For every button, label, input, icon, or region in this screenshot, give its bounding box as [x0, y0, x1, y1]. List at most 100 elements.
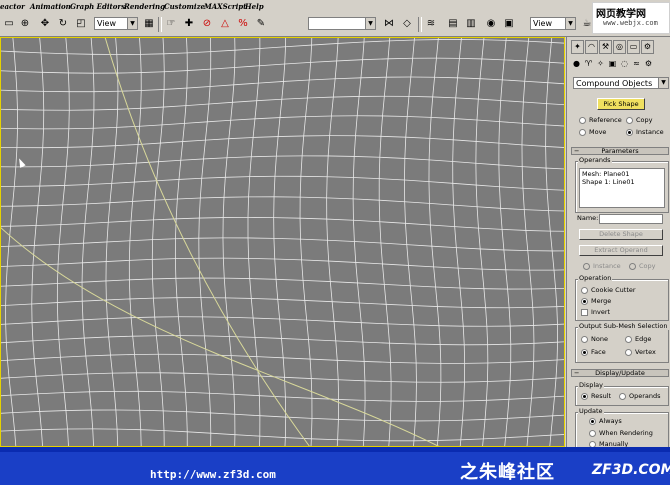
shapes-icon[interactable]: ♈ — [583, 58, 594, 70]
motion-tab-icon[interactable]: ◎ — [613, 40, 626, 54]
pick-shape-button[interactable]: Pick Shape — [597, 98, 645, 110]
instance-radio[interactable] — [626, 129, 633, 136]
mirror-icon[interactable]: ⋈ — [382, 17, 396, 31]
collapse-icon: − — [574, 369, 580, 377]
create-tab-icon[interactable]: ✦ — [571, 40, 584, 54]
main-toolbar: ▭ ⊕ ✥ ↻ ◰ View ▼ ▦ ☞ ✚ ⊘ △ % ✎ ▼ ⋈ ◇ ≋ ▤… — [0, 14, 670, 37]
mesh-column-line — [545, 22, 558, 455]
cookie-cutter-radio[interactable] — [581, 287, 588, 294]
display-update-rollout-title: Display/Update — [595, 369, 645, 377]
edit-named-selection-icon[interactable]: ✎ — [254, 17, 268, 31]
select-manipulate-icon[interactable]: ☞ — [164, 17, 178, 31]
mesh-column-line — [31, 32, 45, 449]
mesh-row-line — [0, 155, 571, 170]
utilities-tab-icon[interactable]: ⚙ — [641, 40, 654, 54]
extract-copy-label: Copy — [639, 262, 656, 270]
reference-coord-select[interactable]: View ▼ — [94, 17, 138, 30]
scale-icon[interactable]: ◰ — [74, 17, 88, 31]
delete-shape-button[interactable]: Delete Shape — [579, 229, 663, 240]
move-radio[interactable] — [579, 129, 586, 136]
brand-chinese: 之朱峰社区 — [460, 462, 555, 483]
geometry-icon[interactable]: ● — [571, 58, 582, 70]
menu-bar: eactor Animation Graph Editors Rendering… — [0, 0, 670, 15]
shape-spline-curve[interactable] — [104, 36, 311, 448]
mesh-column-line — [222, 32, 236, 456]
watermark-url: www.webjx.com — [603, 19, 658, 27]
modify-tab-icon[interactable]: ◠ — [585, 40, 598, 54]
list-item[interactable]: Mesh: Plane01 — [582, 170, 629, 178]
display-update-rollout[interactable]: − Display/Update — [571, 369, 669, 377]
menu-customize[interactable]: Customize — [164, 2, 205, 11]
curve-editor-icon[interactable]: ▤ — [446, 17, 460, 31]
mesh-row-line — [0, 196, 574, 212]
merge-radio[interactable] — [581, 298, 588, 305]
list-item[interactable]: Shape 1: Line01 — [582, 178, 635, 186]
pivot-center-icon[interactable]: ▦ — [142, 17, 156, 31]
mesh-row-line — [0, 316, 583, 327]
mesh-column-line — [56, 33, 70, 449]
percent-snap-icon[interactable]: △ — [218, 17, 232, 31]
spacewarps-icon[interactable]: ≈ — [631, 58, 642, 70]
edge-radio[interactable] — [625, 336, 632, 343]
systems-icon[interactable]: ⚙ — [643, 58, 654, 70]
extract-operand-button[interactable]: Extract Operand — [579, 245, 663, 256]
vertex-radio[interactable] — [625, 349, 632, 356]
menu-help[interactable]: Help — [245, 2, 264, 11]
object-type-dropdown[interactable]: Compound Objects ▼ — [573, 77, 669, 89]
mesh-row-line — [0, 428, 575, 442]
move-icon[interactable]: ✥ — [38, 17, 52, 31]
mesh-column-line — [475, 20, 489, 459]
none-radio[interactable] — [581, 336, 588, 343]
render-scene-icon[interactable]: ▣ — [502, 17, 516, 31]
mesh-column-line — [428, 21, 442, 461]
extract-copy-radio[interactable] — [629, 263, 636, 270]
extract-instance-radio[interactable] — [583, 263, 590, 270]
invert-checkbox[interactable] — [581, 309, 588, 316]
mesh-column-line — [174, 34, 188, 453]
reference-label: Reference — [589, 116, 622, 124]
select-object-icon[interactable]: ⊕ — [18, 17, 32, 31]
named-selection-sets[interactable]: ▼ — [308, 17, 376, 30]
menu-animation[interactable]: Animation — [30, 2, 71, 11]
toolbar-separator — [158, 17, 162, 32]
menu-reactor[interactable]: eactor — [0, 2, 25, 11]
select-region-icon[interactable]: ▭ — [2, 17, 16, 31]
object-type-value: Compound Objects — [576, 79, 653, 88]
operands-radio[interactable] — [619, 393, 626, 400]
chevron-down-icon: ▼ — [658, 78, 668, 88]
schematic-view-icon[interactable]: ▥ — [464, 17, 478, 31]
always-label: Always — [599, 417, 622, 425]
menu-maxscript[interactable]: MAXScript — [204, 2, 246, 11]
snap-toggle-icon[interactable]: ✚ — [182, 17, 196, 31]
when-rendering-radio[interactable] — [589, 430, 596, 437]
reference-radio[interactable] — [579, 117, 586, 124]
result-radio[interactable] — [581, 393, 588, 400]
operand-name-field[interactable] — [599, 214, 663, 224]
menu-graph-editors[interactable]: Graph Editors — [70, 2, 125, 11]
always-radio[interactable] — [589, 418, 596, 425]
perspective-viewport[interactable] — [0, 20, 583, 462]
site-url[interactable]: http://www.zf3d.com — [150, 468, 276, 481]
menu-rendering[interactable]: Rendering — [124, 2, 165, 11]
mesh-row-line — [0, 115, 571, 130]
copy-radio[interactable] — [626, 117, 633, 124]
display-tab-icon[interactable]: ▭ — [627, 40, 640, 54]
helpers-icon[interactable]: ◌ — [619, 58, 630, 70]
layer-manager-icon[interactable]: ≋ — [424, 17, 438, 31]
operands-list[interactable]: Mesh: Plane01 Shape 1: Line01 — [579, 168, 665, 208]
angle-snap-icon[interactable]: ⊘ — [200, 17, 214, 31]
rotate-icon[interactable]: ↻ — [56, 17, 70, 31]
spinner-snap-icon[interactable]: % — [236, 17, 250, 31]
cameras-icon[interactable]: ▣ — [607, 58, 618, 70]
vertex-label: Vertex — [635, 348, 656, 356]
align-icon[interactable]: ◇ — [400, 17, 414, 31]
mesh-column-line — [247, 31, 261, 458]
material-editor-icon[interactable]: ◉ — [484, 17, 498, 31]
output-submesh-group — [575, 327, 669, 363]
hierarchy-tab-icon[interactable]: ⚒ — [599, 40, 612, 54]
lights-icon[interactable]: ✧ — [595, 58, 606, 70]
parameters-rollout[interactable]: − Parameters — [571, 147, 669, 155]
cookie-cutter-label: Cookie Cutter — [591, 286, 636, 294]
render-type-select[interactable]: View ▼ — [530, 17, 576, 30]
face-radio[interactable] — [581, 349, 588, 356]
